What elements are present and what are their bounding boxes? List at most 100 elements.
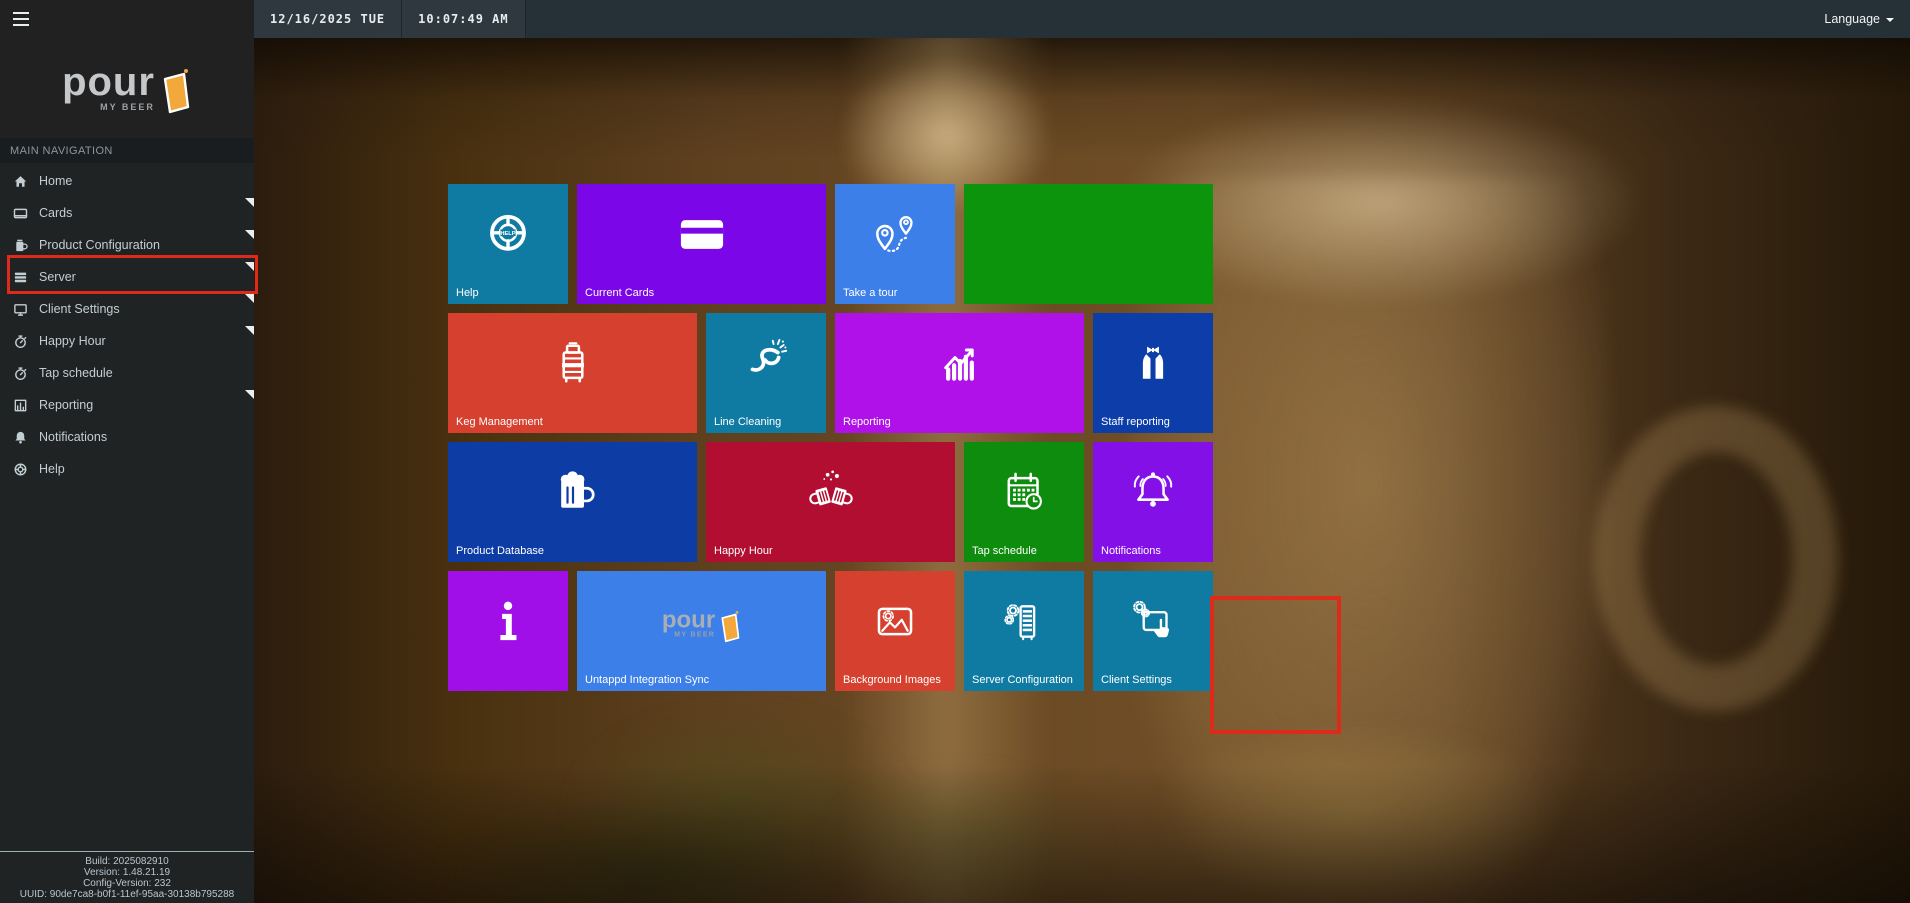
brand-name: pour xyxy=(62,64,155,100)
sidebar-item-label: Reporting xyxy=(39,398,93,412)
keg-icon xyxy=(546,336,600,395)
sidebar-item-label: Tap schedule xyxy=(39,366,113,380)
sidebar-item-label: Server xyxy=(39,270,76,284)
tile-label: Client Settings xyxy=(1101,674,1172,686)
tile-label: Untappd Integration Sync xyxy=(585,674,709,686)
home-icon xyxy=(12,173,28,189)
touch-gear-icon xyxy=(1126,594,1180,653)
tile-label: Line Cleaning xyxy=(714,416,781,428)
lifebuoy-icon: HELP xyxy=(481,207,535,266)
sidebar-item-label: Happy Hour xyxy=(39,334,106,348)
credit-card-icon xyxy=(12,205,28,221)
menu-toggle-icon[interactable] xyxy=(13,12,31,26)
tile-tap-schedule[interactable]: Tap schedule xyxy=(964,442,1084,562)
tile-reporting[interactable]: Reporting xyxy=(835,313,1084,433)
beer-mug-icon xyxy=(546,465,600,524)
tile-label: Keg Management xyxy=(456,416,543,428)
tile-keg-management[interactable]: Keg Management xyxy=(448,313,697,433)
sidebar-item-label: Product Configuration xyxy=(39,238,160,252)
sidebar-item-help[interactable]: Help xyxy=(0,453,254,485)
monitor-icon xyxy=(12,301,28,317)
beer-glass-icon xyxy=(717,610,741,644)
tile-line-cleaning[interactable]: Line Cleaning xyxy=(706,313,826,433)
submenu-caret-icon xyxy=(245,230,254,239)
nav-list: Home Cards Product Configuration Server Clie… xyxy=(0,163,254,485)
brand-logo: pour MY BEER xyxy=(0,38,254,138)
life-ring-icon xyxy=(12,461,28,477)
tile-untappd-integration-sync[interactable]: pourMY BEER Untappd Integration Sync xyxy=(577,571,826,691)
bell-ring-icon xyxy=(1126,465,1180,524)
submenu-caret-icon xyxy=(245,262,254,271)
sidebar-footer: Build: 2025082910 Version: 1.48.21.19 Co… xyxy=(0,851,254,903)
tile-label: Server Configuration xyxy=(972,674,1073,686)
chevron-down-icon xyxy=(1886,18,1894,22)
svg-text:HELP: HELP xyxy=(500,231,515,237)
report-grid-icon xyxy=(12,397,28,413)
sidebar-item-home[interactable]: Home xyxy=(0,165,254,197)
version-info: Version: 1.48.21.19 xyxy=(2,867,252,878)
credit-card-icon xyxy=(675,207,729,266)
hops-decor xyxy=(814,758,1114,903)
sidebar-item-client-settings[interactable]: Client Settings xyxy=(0,293,254,325)
date-display: 12/16/2025 TUE xyxy=(254,0,402,38)
tile-blank-3[interactable] xyxy=(964,184,1213,304)
submenu-caret-icon xyxy=(245,326,254,335)
brand-subname: MY BEER xyxy=(100,102,155,112)
tile-label: Help xyxy=(456,287,479,299)
server-icon xyxy=(12,269,28,285)
tile-label: Take a tour xyxy=(843,287,897,299)
stopwatch-icon xyxy=(12,365,28,381)
image-gear-icon xyxy=(868,594,922,653)
map-route-icon xyxy=(868,207,922,266)
sidebar-item-notifications[interactable]: Notifications xyxy=(0,421,254,453)
tile-label: Reporting xyxy=(843,416,891,428)
top-bar: 12/16/2025 TUE 10:07:49 AM Language xyxy=(254,0,1910,38)
sidebar-item-reporting[interactable]: Reporting xyxy=(0,389,254,421)
calendar-clock-icon xyxy=(997,465,1051,524)
clock: 12/16/2025 TUE 10:07:49 AM xyxy=(254,0,526,38)
sidebar-item-label: Notifications xyxy=(39,430,107,444)
tile-happy-hour[interactable]: Happy Hour xyxy=(706,442,955,562)
wheat-decor xyxy=(1146,718,1566,903)
tile-current-cards[interactable]: Current Cards xyxy=(577,184,826,304)
sidebar: pour MY BEER MAIN NAVIGATION Home Cards Pr… xyxy=(0,0,254,903)
language-dropdown[interactable]: Language xyxy=(1824,12,1894,26)
submenu-caret-icon xyxy=(245,390,254,399)
sidebar-item-label: Client Settings xyxy=(39,302,120,316)
config-version-info: Config-Version: 232 xyxy=(2,878,252,889)
info-icon xyxy=(481,594,535,653)
pour-my-beer-logo: pourMY BEER xyxy=(662,609,741,638)
sidebar-item-label: Home xyxy=(39,174,72,188)
sidebar-item-happy-hour[interactable]: Happy Hour xyxy=(0,325,254,357)
nav-section-label: MAIN NAVIGATION xyxy=(0,138,254,163)
tile-notifications[interactable]: Notifications xyxy=(1093,442,1213,562)
tile-label: Product Database xyxy=(456,545,544,557)
sidebar-item-label: Help xyxy=(39,462,65,476)
sidebar-item-tap-schedule[interactable]: Tap schedule xyxy=(0,357,254,389)
sidebar-item-server[interactable]: Server xyxy=(0,261,254,293)
chart-growth-icon xyxy=(933,336,987,395)
tile-server-configuration[interactable]: Server Configuration xyxy=(964,571,1084,691)
tankard-icon xyxy=(12,237,28,253)
tile-label: Staff reporting xyxy=(1101,416,1170,428)
tile-label: Current Cards xyxy=(585,287,654,299)
tile-label: Notifications xyxy=(1101,545,1161,557)
sidebar-item-cards[interactable]: Cards xyxy=(0,197,254,229)
tile-grid: HELP Help Current Cards Take a tour Keg Mana… xyxy=(448,184,1213,691)
sidebar-item-product-configuration[interactable]: Product Configuration xyxy=(0,229,254,261)
tile-client-settings[interactable]: Client Settings xyxy=(1093,571,1213,691)
sidebar-top xyxy=(0,0,254,38)
tile-info[interactable] xyxy=(448,571,568,691)
tile-background-images[interactable]: Background Images xyxy=(835,571,955,691)
tile-take-a-tour[interactable]: Take a tour xyxy=(835,184,955,304)
vest-icon xyxy=(1126,336,1180,395)
tile-label: Background Images xyxy=(843,674,941,686)
tile-staff-reporting[interactable]: Staff reporting xyxy=(1093,313,1213,433)
cheers-icon xyxy=(804,465,858,524)
tile-help[interactable]: HELP Help xyxy=(448,184,568,304)
bell-icon xyxy=(12,429,28,445)
tile-label: Tap schedule xyxy=(972,545,1037,557)
server-gear-icon xyxy=(997,594,1051,653)
hops-decor xyxy=(434,798,864,903)
tile-product-database[interactable]: Product Database xyxy=(448,442,697,562)
